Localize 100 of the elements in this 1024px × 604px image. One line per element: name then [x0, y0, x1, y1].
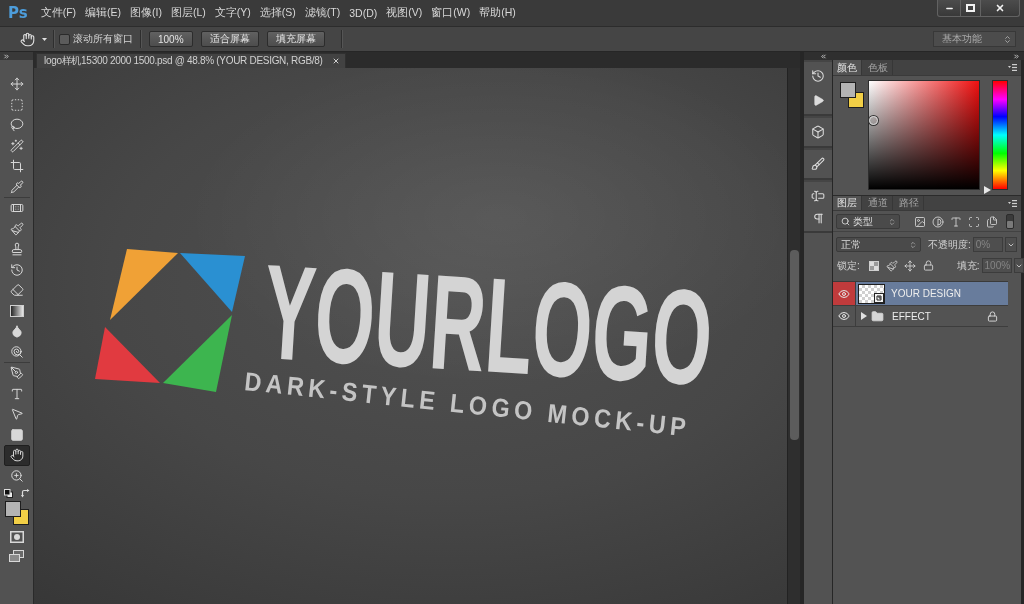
contrast-icon[interactable] — [932, 215, 944, 228]
lock-label: 锁定: — [837, 258, 860, 273]
document-tab[interactable]: logo样机15300 2000 1500.psd @ 48.8% (YOUR DESIGN, RGB/8) — [36, 53, 346, 68]
layer-filter-dropdown[interactable]: 类型 — [836, 214, 900, 229]
opacity-arrow-button[interactable] — [1004, 237, 1017, 252]
menu-item[interactable]: 图像(I) — [130, 6, 162, 20]
type-icon[interactable] — [950, 215, 962, 228]
lock-all-button[interactable] — [921, 259, 935, 272]
menu-item[interactable]: 视图(V) — [386, 6, 423, 20]
history-icon — [811, 69, 825, 83]
panel-tab[interactable]: 路径 — [895, 196, 924, 210]
menu-item[interactable]: 窗口(W) — [431, 6, 471, 20]
expand-icon[interactable] — [3, 52, 10, 60]
lock-icon — [922, 260, 934, 271]
dashed-square-icon — [9, 97, 24, 112]
brush-icon — [811, 157, 825, 171]
eye-icon[interactable] — [838, 287, 850, 300]
filter-toggle[interactable] — [1006, 214, 1014, 229]
caret-right-icon[interactable] — [861, 312, 867, 320]
text-cursor-icon — [811, 189, 825, 203]
checkbox-label: 滚动所有窗口 — [73, 32, 133, 46]
menu-item[interactable]: 帮助(H) — [479, 6, 516, 20]
pointer-icon — [9, 407, 24, 422]
updown-icon — [1003, 34, 1012, 44]
lock-pixels-button[interactable] — [885, 259, 899, 272]
panel-tab[interactable]: 颜色 — [833, 60, 862, 75]
frame-corners-icon[interactable] — [968, 215, 980, 228]
panel-menu-icon[interactable] — [1008, 64, 1017, 71]
rectangle-icon — [9, 427, 24, 442]
tab-close-button[interactable] — [331, 56, 341, 66]
image-icon[interactable] — [914, 215, 926, 228]
layer-name: YOUR DESIGN — [891, 288, 961, 299]
close-icon — [332, 57, 341, 65]
menu-item[interactable]: 滤镜(T) — [304, 6, 341, 20]
fill-arrow-button[interactable] — [1013, 258, 1024, 273]
lock-transparency-button[interactable] — [867, 259, 881, 272]
layer-name: EFFECT — [892, 310, 931, 322]
visibility-cell[interactable] — [833, 282, 856, 305]
collapse-icon[interactable] — [820, 52, 827, 60]
droplet-icon — [9, 324, 24, 339]
paintbrush-icon — [9, 221, 24, 236]
close-icon — [995, 3, 1005, 13]
scrollbar-thumb[interactable] — [789, 250, 799, 440]
smart-object-badge-icon — [874, 292, 884, 303]
maximize-button[interactable] — [960, 0, 981, 17]
color-field[interactable] — [868, 80, 980, 190]
color-swatches-icon[interactable] — [4, 501, 29, 525]
menu-item[interactable]: 图层(L) — [171, 6, 206, 20]
stamp-icon — [9, 242, 24, 257]
panel-tab[interactable]: 通道 — [864, 196, 893, 210]
default-colors-icon[interactable] — [3, 488, 13, 498]
caret-icon — [42, 37, 47, 41]
lasso-icon — [9, 118, 24, 133]
history-icon — [9, 262, 24, 277]
layer-row[interactable]: YOUR DESIGN — [833, 282, 1008, 306]
screen-mode-icon — [9, 550, 24, 562]
menu-item[interactable]: 编辑(E) — [85, 6, 122, 20]
fill-label: 填充: — [956, 258, 980, 273]
swap-arrows-icon[interactable] — [20, 488, 30, 498]
updown-icon — [888, 217, 896, 226]
cube-icon — [811, 125, 825, 139]
paintbrush-icon — [886, 259, 899, 272]
panel-tab[interactable]: 色板 — [864, 60, 893, 75]
zoom-icon — [9, 468, 24, 483]
gradient-square-icon — [9, 303, 24, 318]
blend-mode-dropdown[interactable]: 正常 — [836, 237, 921, 252]
tool-button[interactable] — [3, 445, 30, 466]
play-icon — [811, 93, 825, 107]
option-button[interactable]: 适合屏幕 — [200, 31, 259, 47]
eye-icon[interactable] — [838, 310, 850, 322]
move-icon — [9, 77, 24, 92]
app-logo: Ps — [8, 5, 28, 21]
hand-icon — [9, 448, 24, 463]
option-button[interactable]: 填充屏幕 — [266, 31, 325, 47]
checkbox[interactable] — [59, 33, 70, 45]
panel-menu-icon[interactable] — [1008, 199, 1017, 207]
hand-icon — [20, 31, 35, 47]
updown-icon — [909, 240, 917, 249]
document-title: logo样机15300 2000 1500.psd @ 48.8% (YOUR DESIGN, RGB/8) — [44, 54, 323, 68]
workspace-dropdown[interactable]: 基本功能 — [933, 31, 1016, 47]
crop-icon — [9, 159, 24, 174]
panel-tab[interactable]: 图层 — [833, 196, 862, 210]
option-button[interactable]: 100% — [149, 31, 193, 47]
file-stack-icon[interactable] — [986, 215, 998, 228]
lollipop-icon — [9, 344, 24, 359]
lock-position-button[interactable] — [903, 259, 917, 272]
magic-wand-icon — [9, 138, 24, 153]
pen-icon — [9, 366, 24, 381]
menu-item[interactable]: 选择(S) — [259, 6, 296, 20]
layer-row[interactable]: EFFECT — [833, 306, 1008, 327]
type-icon — [9, 386, 24, 401]
menu-item[interactable]: 3D(D) — [349, 7, 378, 19]
menu-item[interactable]: 文件(F) — [40, 6, 77, 20]
menu-item[interactable]: 文字(Y) — [214, 6, 251, 20]
close-button[interactable] — [980, 0, 1020, 17]
pilcrow-icon — [811, 211, 825, 225]
hue-marker-icon[interactable] — [984, 186, 991, 194]
expand-icon[interactable] — [1013, 52, 1020, 60]
scrollbar-track[interactable] — [787, 68, 800, 604]
color-swatches-icon[interactable] — [840, 82, 864, 108]
